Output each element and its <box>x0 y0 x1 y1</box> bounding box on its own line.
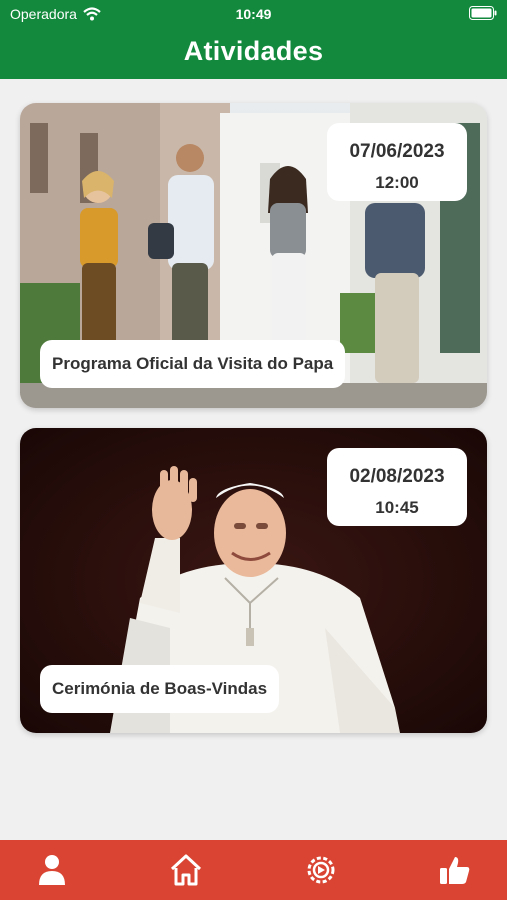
tab-bar <box>0 840 507 900</box>
settings-icon <box>307 856 335 884</box>
battery-icon <box>469 6 497 20</box>
status-bar: Operadora 10:49 <box>0 0 507 28</box>
activity-date: 02/08/2023 <box>349 466 445 487</box>
tab-settings[interactable] <box>301 850 341 890</box>
activity-title: Programa Oficial da Visita do Papa <box>40 340 346 388</box>
activity-title: Cerimónia de Boas-Vindas <box>40 665 280 713</box>
date-badge: 02/08/2023 10:45 <box>327 448 467 526</box>
activity-time: 10:45 <box>375 498 419 517</box>
tab-profile[interactable] <box>32 850 72 890</box>
activity-card[interactable]: 02/08/2023 10:45 Cerimónia de Boas-Vinda… <box>20 428 487 733</box>
thumbs-up-icon <box>439 857 470 884</box>
activity-date: 07/06/2023 <box>349 141 445 162</box>
status-time: 10:49 <box>235 6 272 22</box>
person-3 <box>268 166 308 363</box>
activity-time: 12:00 <box>375 173 419 192</box>
home-icon <box>171 854 202 886</box>
tab-like[interactable] <box>435 850 475 890</box>
date-badge: 07/06/2023 12:00 <box>327 123 467 201</box>
activity-card[interactable]: 07/06/2023 12:00 Programa Oficial da Vis… <box>20 103 487 408</box>
header: Operadora 10:49 Atividades <box>0 0 507 79</box>
user-icon <box>39 855 65 885</box>
tab-home[interactable] <box>166 850 206 890</box>
page-title: Atividades <box>183 36 324 66</box>
